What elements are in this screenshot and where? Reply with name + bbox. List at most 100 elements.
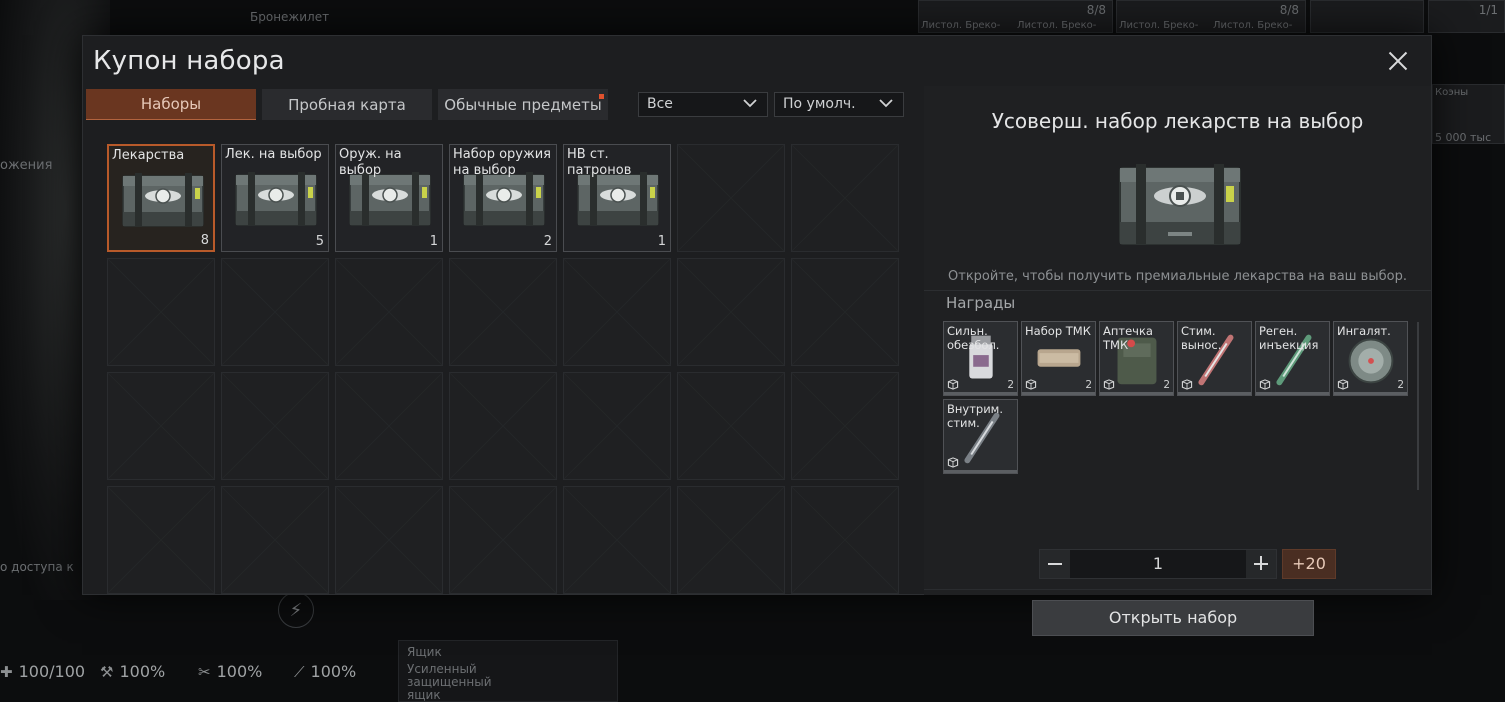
divider [924, 589, 1431, 590]
empty-slot [677, 144, 785, 252]
drop-icon: ⟋ [294, 662, 305, 681]
reward-item[interactable]: Аптечка ТМК 2 [1099, 321, 1174, 396]
crate-icon [235, 172, 317, 226]
empty-slot [563, 486, 671, 594]
bg-crate-slot: Ящик Усиленный защищенный ящик [398, 640, 618, 702]
kit-list-panel: Наборы Пробная карта Обычные предметы Вс… [83, 86, 923, 596]
notification-dot [599, 94, 604, 99]
empty-slot [791, 258, 899, 366]
empty-slot [677, 372, 785, 480]
kit-detail-panel: Усоверш. набор лекарств на выбор Откройт… [924, 86, 1431, 636]
empty-slot [107, 372, 215, 480]
detail-title: Усоверш. набор лекарств на выбор [991, 109, 1364, 133]
bg-weapon-slot: 8/8 Листол. Бреко- Листол. Бреко- [1116, 0, 1306, 33]
reward-quantity: 2 [1007, 379, 1014, 391]
rewards-scrollbar[interactable] [1417, 322, 1419, 490]
reward-name: Внутрим. стим. [947, 402, 1004, 430]
kit-slot[interactable]: Лек. на выбор 5 [221, 144, 329, 252]
chevron-down-icon [879, 99, 893, 108]
box-icon [947, 379, 959, 390]
detail-description: Откройте, чтобы получить премиальные лек… [948, 269, 1407, 284]
kit-slot[interactable]: Набор оружия на выбор 2 [449, 144, 557, 252]
empty-slot [449, 372, 557, 480]
kit-slot[interactable]: НВ ст. патронов 1 [563, 144, 671, 252]
decrease-button[interactable] [1040, 550, 1070, 578]
empty-slot [335, 486, 443, 594]
tools-icon: ✂ [198, 662, 211, 681]
empty-slot [791, 372, 899, 480]
increase-button[interactable] [1246, 550, 1276, 578]
reward-item[interactable]: Сильн. обезбол. 2 [943, 321, 1018, 396]
empty-slot [791, 144, 899, 252]
kit-slot[interactable]: Лекарства 8 [107, 144, 215, 252]
access-label: о доступа к [0, 560, 74, 574]
bg-slot: 1/1 [1428, 0, 1505, 33]
kit-name: Набор оружия на выбор [453, 147, 551, 178]
reward-item[interactable]: Реген. инъекция [1255, 321, 1330, 396]
reward-name: Аптечка ТМК [1103, 324, 1153, 352]
box-icon [1103, 379, 1115, 390]
bg-item: Коэны 5 000 тыс [1432, 84, 1505, 144]
health-stat: ✚ 100/100 [0, 662, 86, 681]
health-icon: ✚ [0, 662, 13, 681]
quantity-value[interactable]: 1 [1070, 554, 1246, 573]
kit-quantity: 1 [657, 234, 666, 249]
divider [924, 290, 1431, 291]
quantity-stepper: 1 [1039, 549, 1277, 579]
reward-quantity: 2 [1163, 379, 1170, 391]
reward-item[interactable]: Набор ТМК 2 [1021, 321, 1096, 396]
kit-quantity: 2 [543, 234, 552, 249]
stat: ⟋ 100% [294, 662, 357, 681]
open-kit-button[interactable]: Открыть набор [1032, 600, 1314, 636]
chevron-down-icon [743, 99, 757, 108]
modal-header: Купон набора [83, 36, 1431, 86]
hammer-icon: ⚒ [100, 662, 114, 681]
reward-name: Набор ТМК [1025, 324, 1091, 338]
empty-slot [677, 486, 785, 594]
empty-slot [677, 258, 785, 366]
box-icon [1181, 379, 1193, 390]
kit-slot[interactable]: Оруж. на выбор 1 [335, 144, 443, 252]
empty-slot [563, 372, 671, 480]
empty-slot [449, 486, 557, 594]
reward-name: Сильн. обезбол. [947, 324, 1000, 352]
minus-icon [1048, 563, 1062, 565]
kit-grid: Лекарства 8 Лек. на выбор 5 Оруж. на выбор 1 Н… [107, 144, 902, 596]
sort-dropdown[interactable]: По умолч. [774, 92, 904, 117]
crate-icon [122, 173, 204, 227]
tab-trial-card[interactable]: Пробная карта [262, 89, 432, 120]
category-filter-dropdown[interactable]: Все [638, 92, 768, 117]
box-icon [1025, 379, 1037, 390]
box-icon [1259, 379, 1271, 390]
reward-item[interactable]: Стим. вынос. [1177, 321, 1252, 396]
close-icon[interactable] [1383, 46, 1413, 76]
plus-twenty-button[interactable]: +20 [1282, 549, 1336, 579]
empty-slot [563, 258, 671, 366]
empty-slot [791, 486, 899, 594]
kit-name: Лек. на выбор [225, 147, 322, 162]
kit-coupon-modal: Купон набора Наборы Пробная карта Обычны… [82, 35, 1432, 636]
bg-medkit-slot [1310, 0, 1424, 33]
empty-slot [221, 372, 329, 480]
modal-title: Купон набора [93, 46, 285, 76]
empty-slot [107, 486, 215, 594]
medical-crate-icon [1119, 164, 1241, 245]
empty-slot [335, 258, 443, 366]
stat: ⚒ 100% [100, 662, 166, 681]
reward-name: Стим. вынос. [1181, 324, 1222, 352]
lightning-icon: ⚡ [278, 592, 314, 628]
reward-item[interactable]: Внутрим. стим. [943, 399, 1018, 474]
empty-slot [107, 258, 215, 366]
side-label: ожения [0, 158, 53, 173]
reward-name: Реген. инъекция [1259, 324, 1319, 352]
reward-quantity: 2 [1085, 379, 1092, 391]
tab-kits[interactable]: Наборы [86, 89, 256, 120]
kit-name: Оруж. на выбор [339, 147, 402, 178]
empty-slot [449, 258, 557, 366]
reward-item[interactable]: Ингалят. 2 [1333, 321, 1408, 396]
bg-weapon-slot: 8/8 Листол. Бреко- Листол. Бреко- [918, 0, 1113, 33]
kit-quantity: 1 [429, 234, 438, 249]
empty-slot [221, 486, 329, 594]
tab-regular-items[interactable]: Обычные предметы [438, 89, 608, 120]
rewards-grid: Сильн. обезбол. 2 Набор ТМК 2 Аптечка ТМК 2 Ст… [943, 321, 1423, 481]
